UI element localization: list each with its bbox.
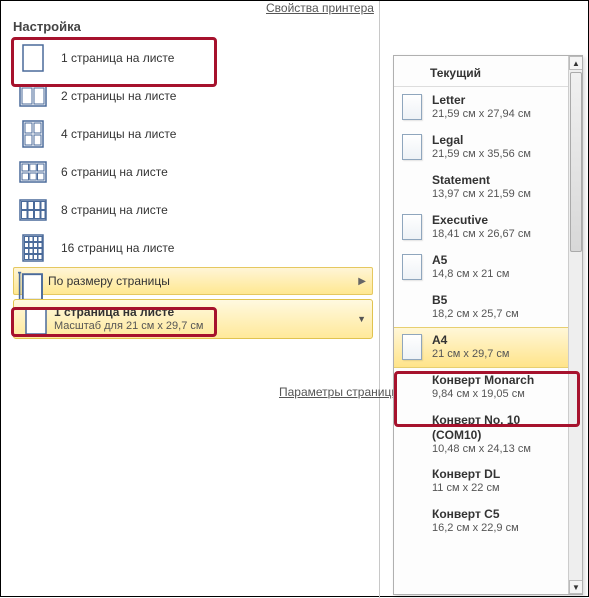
option-label: 6 страниц на листе	[61, 165, 168, 179]
size-name: Letter	[432, 93, 531, 108]
size-name: Конверт DL	[432, 467, 500, 482]
size-dims: 18,2 см x 25,7 см	[432, 308, 519, 322]
page-icon	[402, 254, 422, 280]
size-dims: 14,8 см x 21 см	[432, 268, 510, 282]
one-up-icon	[17, 42, 49, 74]
scroll-thumb[interactable]	[570, 72, 582, 252]
two-up-icon	[17, 80, 49, 112]
page-setup-link[interactable]: Параметры страницы	[279, 385, 400, 399]
page-size-flyout: Текущий Letter21,59 см x 27,94 смLegal21…	[393, 55, 583, 595]
page-icon	[402, 214, 422, 240]
size-name: Конверт C5	[432, 507, 519, 522]
option-label: 16 страниц на листе	[61, 241, 174, 255]
option-4-up[interactable]: 4 страницы на листе	[13, 115, 373, 153]
page-size-option[interactable]: Конверт No. 10 (COM10)10,48 см x 24,13 с…	[394, 408, 568, 462]
pages-per-sheet-combo[interactable]: 1 страница на листе Масштаб для 21 см x …	[13, 299, 373, 339]
size-dims: 13,97 см x 21,59 см	[432, 188, 531, 202]
option-1-up[interactable]: 1 страница на листе	[13, 39, 373, 77]
scroll-down-button[interactable]: ▼	[569, 580, 583, 594]
chevron-down-icon: ▼	[357, 314, 366, 324]
sixteen-up-icon	[17, 232, 49, 264]
size-dims: 18,41 см x 26,67 см	[432, 228, 531, 242]
size-name: Legal	[432, 133, 531, 148]
scale-icon	[18, 271, 38, 291]
size-dims: 16,2 см x 22,9 см	[432, 522, 519, 536]
size-dims: 21,59 см x 35,56 см	[432, 148, 531, 162]
flyout-header: Текущий	[394, 60, 568, 87]
page-size-option[interactable]: B518,2 см x 25,7 см	[394, 287, 568, 327]
page-size-option[interactable]: Конверт Monarch9,84 см x 19,05 см	[394, 368, 568, 408]
page-size-option[interactable]: A514,8 см x 21 см	[394, 247, 568, 287]
size-name: Конверт No. 10 (COM10)	[432, 413, 560, 443]
size-dims: 21,59 см x 27,94 см	[432, 108, 531, 122]
size-dims: 21 см x 29,7 см	[432, 348, 510, 362]
size-name: B5	[432, 293, 519, 308]
six-up-icon	[17, 156, 49, 188]
scrollbar[interactable]: ▲ ▼	[568, 56, 582, 594]
submenu-arrow-icon: ▶	[358, 276, 366, 287]
one-up-icon	[20, 305, 44, 333]
option-6-up[interactable]: 6 страниц на листе	[13, 153, 373, 191]
pages-per-sheet-panel: 1 страница на листе 2 страницы на листе …	[13, 39, 373, 339]
size-dims: 9,84 см x 19,05 см	[432, 388, 534, 402]
divider	[379, 1, 380, 598]
page-size-option[interactable]: Letter21,59 см x 27,94 см	[394, 87, 568, 127]
size-name: Executive	[432, 213, 531, 228]
page-size-option[interactable]: Конверт C516,2 см x 22,9 см	[394, 502, 568, 542]
combo-line1: 1 страница на листе	[54, 305, 203, 319]
option-2-up[interactable]: 2 страницы на листе	[13, 77, 373, 115]
scale-menu-label: По размеру страницы	[48, 274, 170, 288]
scale-to-page-size-menu[interactable]: По размеру страницы ▶	[13, 267, 373, 295]
option-label: 2 страницы на листе	[61, 89, 176, 103]
size-name: Statement	[432, 173, 531, 188]
page-size-option[interactable]: Statement13,97 см x 21,59 см	[394, 167, 568, 207]
option-label: 4 страницы на листе	[61, 127, 176, 141]
eight-up-icon	[17, 194, 49, 226]
four-up-icon	[17, 118, 49, 150]
page-size-option[interactable]: A421 см x 29,7 см	[394, 327, 568, 368]
page-icon	[402, 334, 422, 360]
size-name: A4	[432, 333, 510, 348]
option-label: 1 страница на листе	[61, 51, 174, 65]
page-size-option[interactable]: Executive18,41 см x 26,67 см	[394, 207, 568, 247]
size-name: Конверт Monarch	[432, 373, 534, 388]
option-label: 8 страниц на листе	[61, 203, 168, 217]
size-dims: 10,48 см x 24,13 см	[432, 443, 560, 457]
page-size-option[interactable]: Legal21,59 см x 35,56 см	[394, 127, 568, 167]
combo-line2: Масштаб для 21 см x 29,7 см	[54, 320, 203, 333]
option-8-up[interactable]: 8 страниц на листе	[13, 191, 373, 229]
option-16-up[interactable]: 16 страниц на листе	[13, 229, 373, 267]
settings-heading: Настройка	[13, 19, 81, 34]
page-icon	[402, 94, 422, 120]
page-icon	[402, 134, 422, 160]
printer-properties-link[interactable]: Свойства принтера	[266, 1, 374, 15]
size-dims: 11 см x 22 см	[432, 482, 500, 496]
page-size-option[interactable]: Конверт DL11 см x 22 см	[394, 462, 568, 502]
scroll-up-button[interactable]: ▲	[569, 56, 583, 70]
size-name: A5	[432, 253, 510, 268]
